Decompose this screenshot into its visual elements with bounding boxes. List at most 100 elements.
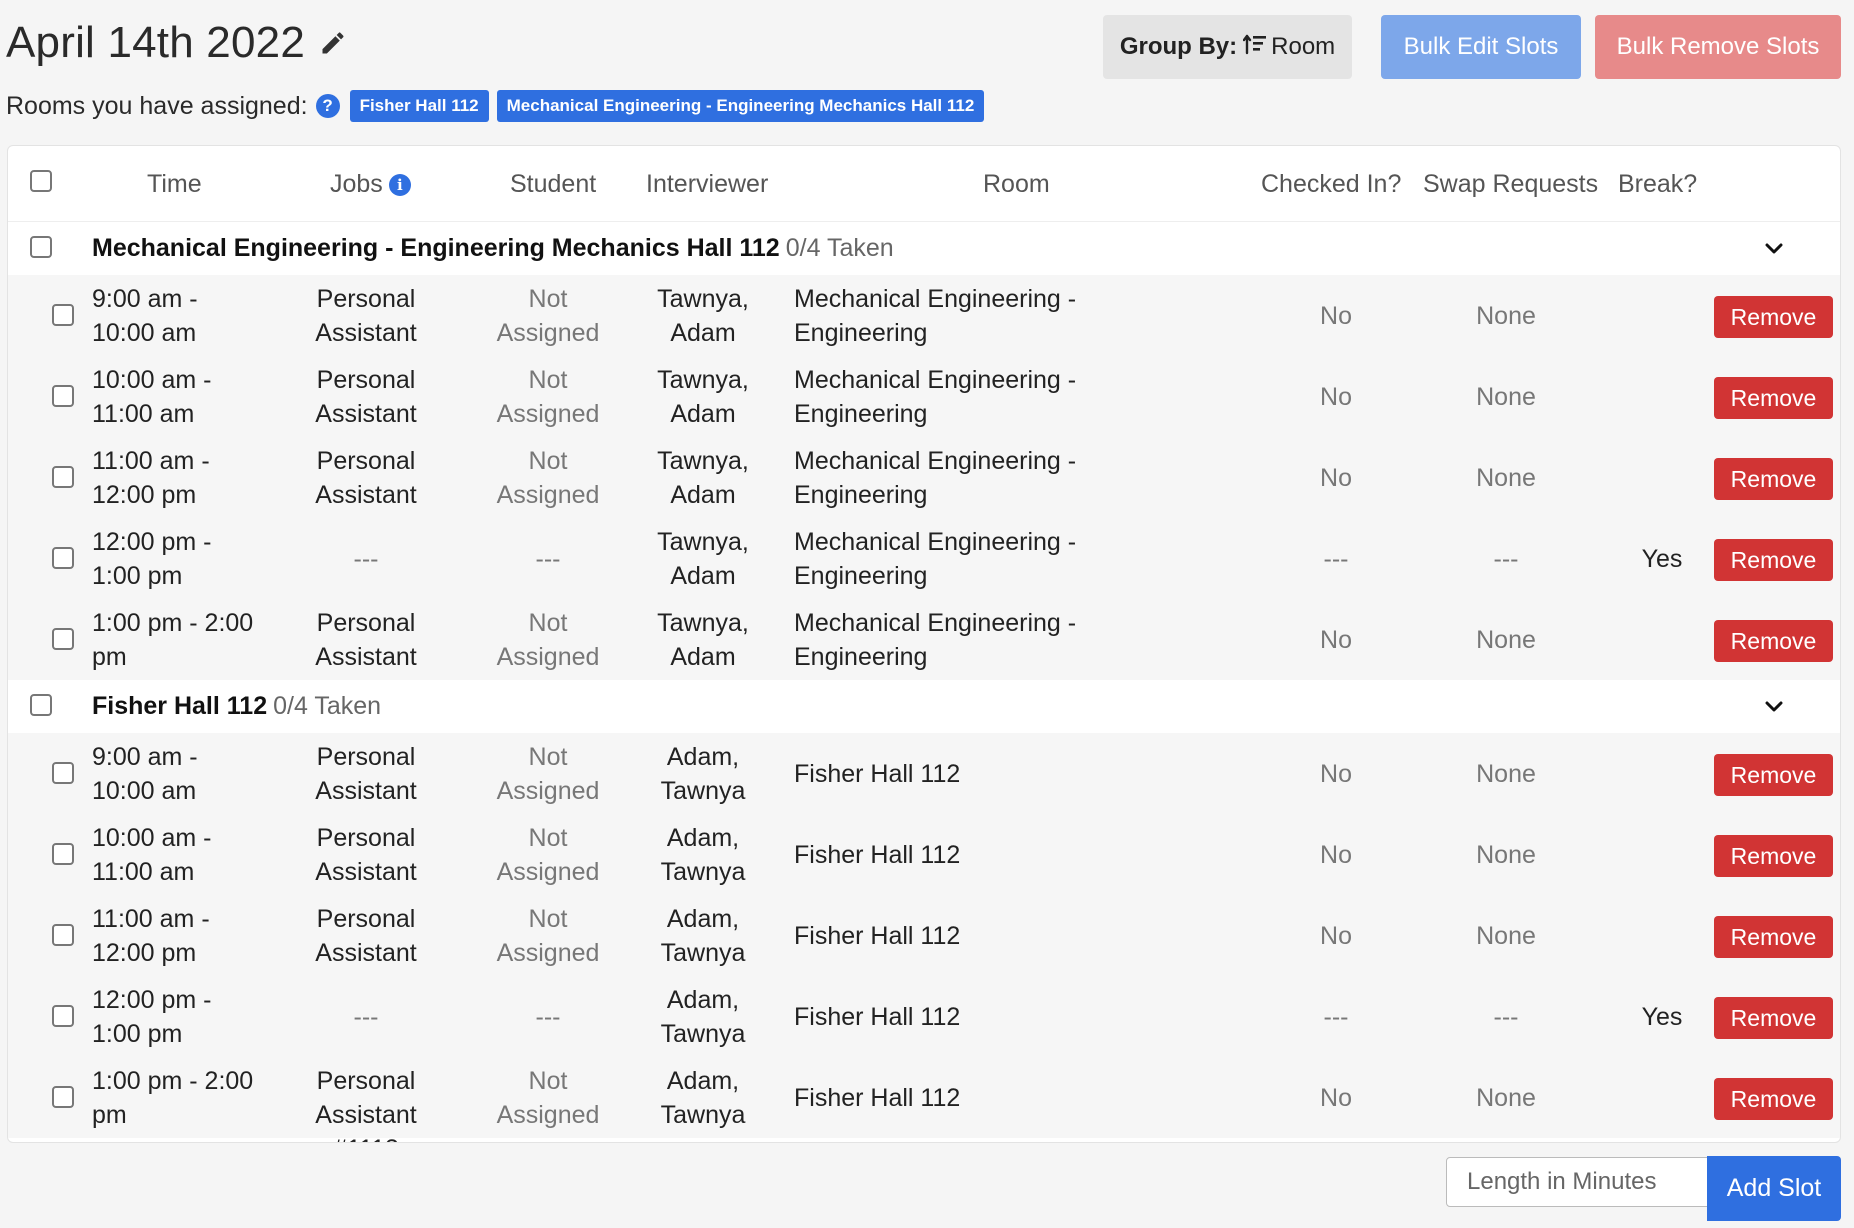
remove-button[interactable]: Remove [1714,916,1833,958]
interviewer-cell: Tawnya, Adam [628,363,778,431]
time-cell: 11:00 am - 12:00 pm [92,902,257,970]
cell-line: 10:00 am - [92,366,212,394]
schedule-page: April 14th 2022 Rooms you have assigned:… [0,0,1854,1228]
row-checkbox[interactable] [52,547,74,569]
remove-button[interactable]: Remove [1714,835,1833,877]
column-header-student: Student [510,170,597,198]
time-cell: 12:00 pm - 1:00 pm [92,525,257,593]
student-cell: Not Assigned [478,1064,618,1132]
cell-line: 11:00 am [92,400,195,428]
cell-line: 12:00 pm - [92,986,212,1014]
pencil-icon[interactable] [319,29,347,57]
time-cell: 9:00 am - 10:00 am [92,282,257,350]
info-circle-icon[interactable]: i [388,174,411,196]
slots-table: Time Jobs i Student Interviewer Room Chec… [7,145,1841,1143]
row-checkbox[interactable] [52,843,74,865]
group-checkbox[interactable] [30,694,52,716]
group-title: Mechanical Engineering - Engineering Mec… [92,234,894,263]
row-checkbox[interactable] [52,924,74,946]
cell-line: Adam [670,643,736,671]
bulk-remove-slots-button[interactable]: Bulk Remove Slots [1595,15,1841,79]
row-checkbox[interactable] [52,628,74,650]
cell-line: Personal Assistant [315,609,417,671]
question-circle-icon[interactable]: ? [315,94,340,118]
cell-line: Mechanical Engineering - Engineering [794,609,1077,671]
cell-line: Tawnya, [657,447,749,475]
cell-line: Not [528,609,568,637]
column-header-interviewer: Interviewer [646,170,769,198]
cell-line: 11:00 am - [92,447,210,475]
row-checkbox[interactable] [52,385,74,407]
cell-line: Tawnya, [657,285,749,313]
chevron-down-icon[interactable] [1762,695,1786,719]
cell-line: Not [528,824,568,852]
cell-line: Personal Assistant [315,905,417,967]
group-by-button[interactable]: Group By: Room [1103,15,1352,79]
cell-line: Assigned [496,481,600,509]
length-in-minutes-input[interactable] [1446,1157,1708,1207]
cell-line: 1:00 pm - 2:00 [92,609,254,637]
cell-line: Assigned [496,1101,600,1129]
cell-line: 10:00 am - [92,824,212,852]
cell-line: Not [528,285,568,313]
cell-line: Tawnya [660,777,746,805]
cell-line: 9:00 am - [92,743,198,771]
remove-button[interactable]: Remove [1714,754,1833,796]
cell-line: 12:00 pm - [92,528,212,556]
cell-line: 1:00 pm - 2:00 [92,1067,254,1095]
interviewer-cell: Tawnya, Adam [628,606,778,674]
remove-button[interactable]: Remove [1714,620,1833,662]
remove-button[interactable]: Remove [1714,997,1833,1039]
remove-button[interactable]: Remove [1714,377,1833,419]
cell-line: Mechanical Engineering - Engineering [794,285,1077,347]
break-cell: Yes [1641,545,1683,573]
interviewer-cell: Adam, Tawnya [628,1064,778,1132]
cell-line: Assigned [496,939,600,967]
cell-line: #1113 [333,1135,399,1142]
table-body: Mechanical Engineering - Engineering Mec… [8,222,1840,1142]
student-cell: Not Assigned [478,606,618,674]
remove-button[interactable]: Remove [1714,296,1833,338]
cell-line: 11:00 am - [92,905,210,933]
cell-line: Personal Assistant [315,743,417,805]
cell-line: Personal Assistant [315,285,417,347]
remove-button[interactable]: Remove [1714,458,1833,500]
checked-in-cell: No [1320,841,1352,869]
cell-line: Fisher Hall 112 [794,1003,961,1031]
table-header: Time Jobs i Student Interviewer Room Chec… [8,146,1840,222]
group-by-value: Room [1271,33,1336,60]
add-slot-button[interactable]: Add Slot [1707,1156,1841,1221]
remove-button[interactable]: Remove [1714,539,1833,581]
swap-requests-cell: None [1476,464,1536,492]
select-all-checkbox[interactable] [30,170,52,192]
cell-line: 11:00 am [92,858,195,886]
cell-line: Adam, [666,905,740,933]
cell-line: 10:00 am [92,777,197,805]
cell-line: Adam, [666,743,740,771]
student-cell: --- [478,1000,618,1034]
row-checkbox[interactable] [52,466,74,488]
checked-in-cell: No [1320,760,1352,788]
row-checkbox[interactable] [52,1086,74,1108]
group-checkbox[interactable] [30,236,52,258]
row-checkbox[interactable] [52,762,74,784]
group-row[interactable]: Mechanical Engineering - Engineering Mec… [8,222,1840,275]
interviewer-cell: Adam, Tawnya [628,902,778,970]
job-cell: --- [266,1000,466,1034]
title-row: April 14th 2022 [6,18,347,68]
cell-line: Assigned [496,643,600,671]
row-checkbox[interactable] [52,1005,74,1027]
break-cell: Yes [1641,1003,1683,1031]
chevron-down-icon[interactable] [1762,237,1786,261]
group-taken-count: 0/4 Taken [273,692,382,720]
checked-in-cell: No [1320,1084,1352,1112]
row-checkbox[interactable] [52,304,74,326]
remove-button[interactable]: Remove [1714,1078,1833,1120]
group-row[interactable]: Fisher Hall 112 0/4 Taken [8,680,1840,733]
page-title: April 14th 2022 [6,18,305,67]
bulk-edit-slots-button[interactable]: Bulk Edit Slots [1381,15,1581,79]
column-header-break: Break? [1618,170,1698,198]
job-cell: --- [266,542,466,576]
student-cell: Not Assigned [478,821,618,889]
student-cell: Not Assigned [478,740,618,808]
